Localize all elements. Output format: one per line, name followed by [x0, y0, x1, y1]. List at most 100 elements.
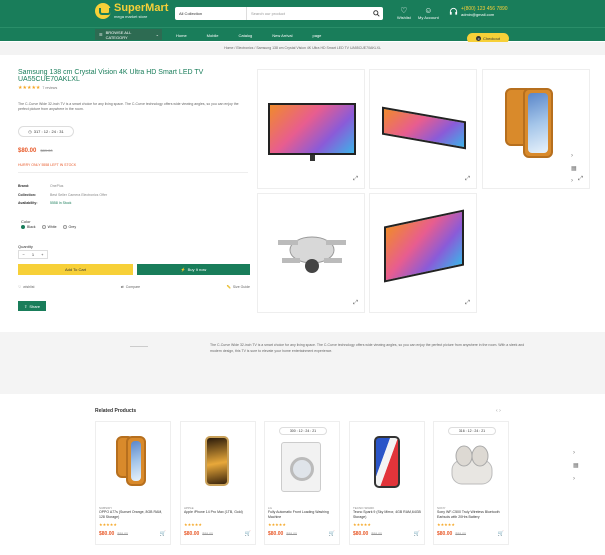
chevron-right-icon[interactable]: ›: [499, 408, 501, 414]
current-price: $80.00: [437, 531, 453, 537]
gallery-side-controls: › ▦ ›: [571, 153, 577, 190]
cart-icon[interactable]: 🛒: [245, 531, 251, 537]
old-price: $89.00: [40, 148, 53, 153]
nav-new-arrival[interactable]: New Arrival: [272, 33, 292, 38]
card-name[interactable]: Tecno Spark 9 (Sky Mirror, 4GB RAM,64GB …: [353, 510, 423, 519]
card-name[interactable]: Apple iPhone 14 Pro Max (1TB, Gold): [184, 510, 254, 515]
size-guide-link[interactable]: 📏 Size Guide: [227, 285, 250, 289]
gallery-image-tv-side[interactable]: ⤢: [369, 193, 477, 313]
spec-row: Brand: OnePlus: [18, 182, 107, 191]
plus-icon[interactable]: +: [41, 252, 43, 257]
cart-icon[interactable]: 🛒: [498, 531, 504, 537]
buy-now-button[interactable]: ⚡ Buy It now: [137, 264, 250, 275]
review-count[interactable]: 7 reviews: [42, 86, 57, 90]
add-to-cart-button[interactable]: Add To Cart: [18, 264, 133, 275]
card-timer: 300 : 12 : 24 : 21: [279, 427, 327, 435]
color-option-black[interactable]: Black: [21, 225, 36, 229]
search-category-select[interactable]: All Collection: [175, 7, 247, 20]
product-card[interactable]: SUBSIDY OPPO A77s (Sunset Orange, 8GB RA…: [95, 421, 171, 545]
color-option-white[interactable]: White: [41, 225, 57, 229]
phone-image: [205, 436, 229, 486]
share-button[interactable]: ⇪ Share: [18, 301, 46, 311]
wishlist-link[interactable]: ♡ wishlist: [18, 285, 34, 289]
browse-label: BROWSE ALL CATEGORY: [105, 29, 132, 40]
cart-icon[interactable]: 🛒: [160, 531, 166, 537]
radio-icon: [41, 225, 46, 229]
old-price: $89.00: [286, 532, 298, 536]
expand-icon[interactable]: ⤢: [578, 176, 583, 183]
gallery-image-tv-angle[interactable]: ⤢: [369, 69, 477, 189]
tv-image: [382, 106, 466, 150]
color-option-grey[interactable]: Grey: [62, 225, 76, 229]
earbuds-image: [451, 445, 493, 485]
quantity-label: Quantity: [18, 244, 33, 249]
card-stars: ★★★★★: [268, 522, 286, 527]
related-nav: ‹ ›: [496, 408, 501, 414]
nav-home[interactable]: Home: [176, 33, 187, 38]
quantity-value[interactable]: 1: [32, 252, 34, 257]
chevron-left-icon[interactable]: ‹: [496, 408, 498, 414]
menu-icon: ☰: [99, 32, 103, 37]
gallery-image-drone[interactable]: ⤢: [257, 193, 365, 313]
cart-logo-icon: [95, 3, 111, 19]
cart-count-badge: 0: [476, 36, 482, 41]
gallery-image-tv-front[interactable]: ⤢: [257, 69, 365, 189]
expand-icon[interactable]: ⤢: [353, 176, 358, 183]
breadcrumb[interactable]: Home / Electronics / Samsung 138 cm Crys…: [0, 42, 605, 55]
current-price: $80.00: [99, 531, 115, 537]
email-address[interactable]: admin@gmail.com: [461, 12, 508, 17]
wishlist-button[interactable]: ♡ Wishlist: [397, 6, 411, 20]
headset-icon: [449, 7, 458, 15]
search-icon[interactable]: [369, 7, 383, 20]
card-name[interactable]: Sony WF-C500 Truly Wireless Bluetooth Ea…: [437, 510, 507, 519]
quantity-stepper[interactable]: − 1 +: [18, 250, 48, 259]
radio-icon: [21, 225, 25, 229]
product-price: $80.00 $89.00: [18, 148, 53, 154]
card-name[interactable]: Fully Automatic Front Loading Washing Ma…: [268, 510, 338, 519]
product-card[interactable]: APPLE Apple iPhone 14 Pro Max (1TB, Gold…: [180, 421, 256, 545]
checkout-label: Checkout: [483, 36, 500, 41]
product-card[interactable]: 300 : 12 : 24 : 21 LG Fully Automatic Fr…: [264, 421, 340, 545]
chevron-right-icon[interactable]: ›: [573, 450, 575, 456]
size-guide-text: Size Guide: [232, 285, 250, 289]
washer-door: [290, 457, 314, 481]
stock-alert: HURRY ONLY 5558 LEFT IN STOCK: [18, 163, 77, 167]
color-name: Black: [27, 225, 36, 229]
nav-mobile[interactable]: Mobile: [207, 33, 219, 38]
tv-stand: [310, 155, 315, 161]
expand-icon[interactable]: ⤢: [465, 176, 470, 183]
card-price: $80.00 $89.00: [268, 531, 297, 537]
product-title: Samsung 138 cm Crystal Vision 4K Ultra H…: [18, 69, 204, 83]
chevron-right-icon[interactable]: ›: [573, 476, 575, 482]
ruler-icon: 📏: [226, 285, 231, 289]
wishlist-label: Wishlist: [397, 15, 411, 20]
tv-image: [384, 209, 464, 283]
nav-page[interactable]: page: [313, 33, 322, 38]
grid-icon[interactable]: ▦: [571, 165, 577, 172]
logo[interactable]: SuperMart mega market store: [95, 3, 168, 19]
cart-icon[interactable]: 🛒: [414, 531, 420, 537]
expand-icon[interactable]: ⤢: [353, 300, 358, 307]
compare-link[interactable]: ⇄ Compare: [121, 285, 140, 289]
chevron-right-icon[interactable]: ›: [571, 153, 577, 159]
card-name[interactable]: OPPO A77s (Sunset Orange, 8GB RAM, 128 S…: [99, 510, 169, 519]
grid-icon[interactable]: ▦: [573, 462, 579, 469]
search-bar: All Collection Search our product: [175, 7, 383, 20]
chevron-right-icon[interactable]: ›: [571, 178, 577, 184]
spec-value[interactable]: Best Seller Camera Electronics Offer: [50, 193, 107, 197]
cart-icon[interactable]: 🛒: [329, 531, 335, 537]
product-card[interactable]: 316 : 12 : 24 : 21 SONY Sony WF-C500 Tru…: [433, 421, 509, 545]
main-nav: ☰ BROWSE ALL CATEGORY ⌄ Home Mobile Cata…: [0, 27, 605, 41]
heart-icon: ♡: [400, 6, 408, 15]
clock-icon: ◷: [28, 129, 32, 134]
browse-category-button[interactable]: ☰ BROWSE ALL CATEGORY ⌄: [95, 29, 162, 40]
timer-value: 317 : 12 : 24 : 31: [33, 129, 64, 134]
nav-catalog[interactable]: Catalog: [238, 33, 252, 38]
search-input[interactable]: Search our product: [247, 11, 369, 16]
spec-key: Collection:: [18, 192, 37, 197]
product-card[interactable]: TECNO SPARK Tecno Spark 9 (Sky Mirror, 4…: [349, 421, 425, 545]
minus-icon[interactable]: −: [23, 252, 25, 257]
rating-stars: ★★★★★: [18, 85, 41, 91]
expand-icon[interactable]: ⤢: [465, 300, 470, 307]
account-button[interactable]: ☺ My Account: [418, 6, 439, 20]
